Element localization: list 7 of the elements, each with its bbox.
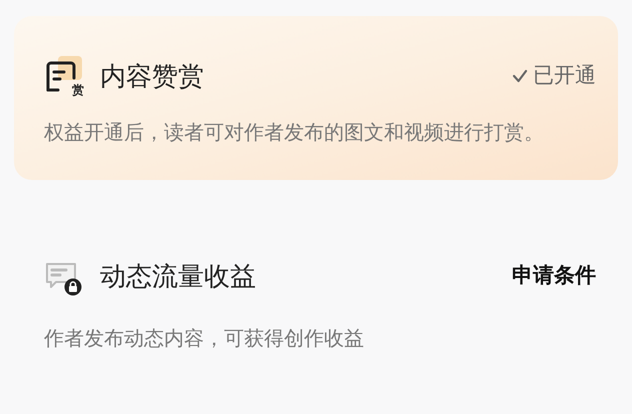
benefit-title: 内容赞赏	[100, 63, 204, 89]
benefit-title: 动态流量收益	[100, 263, 256, 289]
benefit-description: 权益开通后，读者可对作者发布的图文和视频进行打赏。	[44, 121, 545, 146]
benefit-description: 作者发布动态内容，可获得创作收益	[44, 327, 365, 352]
icon-character-label: 赏	[72, 84, 84, 96]
status-label: 已开通	[533, 63, 596, 90]
conditions-link[interactable]: 申请条件	[512, 260, 596, 292]
